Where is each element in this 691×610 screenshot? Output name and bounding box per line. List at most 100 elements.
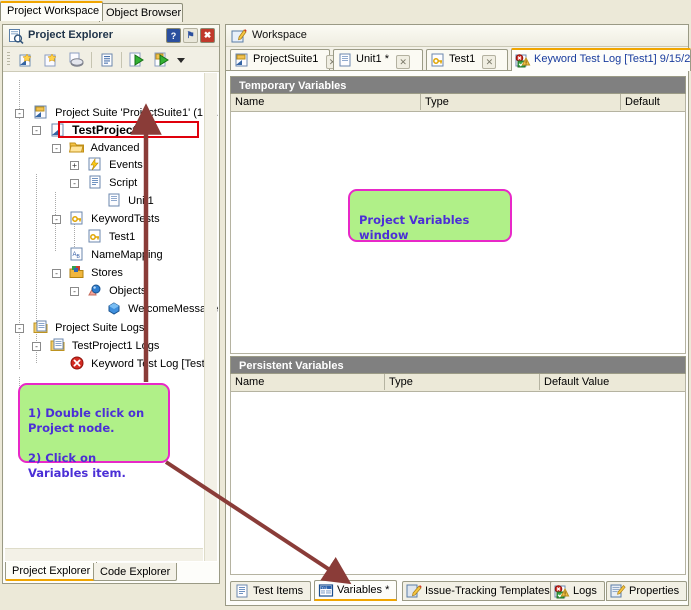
tab-properties[interactable]: Properties	[606, 581, 687, 601]
tree-node-welcomemessage[interactable]: WelcomeMessage	[8, 301, 218, 318]
tab-project-workspace-label: Project Workspace	[7, 5, 99, 17]
workspace-tabstrip: Project Workspace Object Browser	[0, 0, 691, 22]
doc-tab-projectsuite1[interactable]: ProjectSuite1 ✕	[230, 49, 330, 70]
tree-expander[interactable]: -	[52, 215, 61, 224]
doc-tab-test1[interactable]: Test1 ✕	[426, 49, 508, 70]
column-header-type[interactable]: Type	[385, 374, 540, 390]
tree-node-unit1[interactable]: Unit1	[8, 193, 154, 210]
doc-tab-keyword-test-log[interactable]: Keyword Test Log [Test1] 9/15/2	[511, 48, 691, 71]
tab-test-items[interactable]: Test Items	[230, 581, 311, 601]
unit-icon	[106, 193, 122, 207]
tree-node-script[interactable]: - Script	[8, 175, 137, 192]
tree-node-namemapping[interactable]: AB NameMapping	[8, 247, 163, 264]
tree-expander[interactable]: -	[52, 269, 61, 278]
tree-node-label: Events	[109, 159, 143, 171]
close-icon[interactable]: ✕	[482, 55, 496, 69]
column-header-default-value[interactable]: Default Value	[621, 94, 685, 110]
toolbar-grip[interactable]	[7, 52, 10, 67]
tree-horizontal-scrollbar[interactable]	[5, 548, 203, 561]
help-button[interactable]: ?	[166, 28, 181, 43]
tab-code-explorer[interactable]: Code Explorer	[93, 563, 177, 581]
tree-node-label: Objects	[109, 285, 146, 297]
tree-node-keywordtests[interactable]: - KeywordTests	[8, 211, 160, 228]
tab-issue-tracking-templates[interactable]: Issue-Tracking Templates	[402, 581, 558, 601]
column-header-default-value[interactable]: Default Value	[540, 374, 685, 390]
namemapping-icon: AB	[69, 247, 85, 261]
tree-expander[interactable]: -	[70, 287, 79, 296]
project-variables-callout: Project Variables window	[348, 189, 512, 242]
doc-tab-unit1[interactable]: Unit1 * ✕	[333, 49, 423, 70]
close-icon: ✖	[204, 30, 212, 41]
tree-expander[interactable]: -	[32, 126, 41, 135]
workspace-icon	[231, 28, 247, 44]
tree-node-label: Project Suite 'ProjectSuite1' (1 p...	[55, 107, 218, 119]
chevron-down-icon[interactable]	[176, 55, 186, 65]
tree-node-label: TestProject1 Logs	[72, 340, 159, 352]
close-icon[interactable]: ✕	[396, 55, 410, 69]
tree-expander[interactable]: +	[70, 161, 79, 170]
folder-icon	[69, 140, 85, 154]
run-project-icon[interactable]	[153, 51, 171, 69]
keywordtests-icon	[69, 211, 85, 225]
print-icon[interactable]	[67, 51, 85, 69]
project-tree[interactable]: - Project Suite 'ProjectSuite1' (1 p... …	[4, 72, 218, 562]
column-header-type[interactable]: Type	[421, 94, 621, 110]
tree-node-label: Advanced	[91, 142, 140, 154]
tree-node-test1[interactable]: Test1	[8, 229, 135, 246]
doc-tab-label: Keyword Test Log [Test1] 9/15/2	[534, 53, 690, 65]
tab-properties-label: Properties	[629, 585, 679, 597]
tree-node-testproject1-logs[interactable]: - TestProject1 Logs	[8, 338, 159, 355]
doc-tab-label: Unit1 *	[356, 53, 389, 65]
tree-node-stores[interactable]: - Stores	[8, 265, 123, 282]
error-log-icon	[554, 584, 570, 599]
tree-expander[interactable]: -	[70, 179, 79, 188]
pin-button[interactable]: ⚑	[183, 28, 198, 43]
explorer-bottom-tabstrip: Project Explorer Code Explorer	[5, 561, 221, 581]
tree-node-project-suite[interactable]: - Project Suite 'ProjectSuite1' (1 p...	[8, 105, 218, 122]
doc-tab-label: ProjectSuite1	[253, 53, 318, 65]
issue-tracking-icon	[406, 584, 422, 599]
keywordtest-icon	[87, 229, 103, 243]
tree-node-label: Project Suite Logs	[55, 322, 144, 334]
tree-vertical-scrollbar[interactable]	[204, 73, 217, 561]
grid-row-marker	[231, 112, 232, 353]
error-log-icon	[69, 356, 85, 370]
new-project-suite-icon[interactable]	[17, 51, 35, 69]
tree-node-label: Script	[109, 177, 137, 189]
node-highlight-box	[58, 121, 199, 138]
script-icon	[87, 175, 103, 189]
tree-node-label: Stores	[91, 267, 123, 279]
new-project-icon[interactable]	[42, 51, 60, 69]
help-button-label: ?	[171, 31, 177, 41]
tree-node-objects[interactable]: - Objects	[8, 283, 146, 300]
tree-expander[interactable]: -	[52, 144, 61, 153]
tab-project-explorer[interactable]: Project Explorer	[5, 562, 97, 581]
column-header-name[interactable]: Name	[231, 94, 421, 110]
properties-icon[interactable]	[98, 51, 116, 69]
persistent-variables-grid[interactable]	[230, 392, 686, 575]
tree-expander[interactable]: -	[15, 109, 24, 118]
tab-logs[interactable]: Logs	[550, 581, 605, 601]
tree-node-label: Unit1	[128, 195, 154, 207]
variables-icon: Y=1	[318, 583, 334, 598]
project-explorer-toolbar	[3, 47, 219, 72]
project-explorer-title: Project Explorer	[28, 29, 113, 41]
tree-node-events[interactable]: + Events	[8, 157, 143, 174]
close-button[interactable]: ✖	[200, 28, 215, 43]
tab-variables[interactable]: Y=1 Variables *	[314, 580, 397, 601]
run-icon[interactable]	[128, 51, 146, 69]
tree-node-label: Test1	[109, 231, 135, 243]
tree-expander[interactable]: -	[32, 342, 41, 351]
tab-project-workspace[interactable]: Project Workspace	[0, 1, 103, 21]
tree-expander[interactable]: -	[15, 324, 24, 333]
project-explorer-panel: Project Explorer ? ⚑ ✖	[2, 24, 220, 584]
tree-node-keyword-test-log[interactable]: Keyword Test Log [Test...	[8, 356, 214, 373]
error-log-icon	[515, 53, 531, 68]
column-header-name[interactable]: Name	[231, 374, 385, 390]
tab-code-explorer-label: Code Explorer	[100, 566, 170, 578]
tab-object-browser[interactable]: Object Browser	[99, 3, 183, 22]
tab-project-explorer-label: Project Explorer	[12, 565, 90, 577]
tree-node-project-suite-logs[interactable]: - Project Suite Logs	[8, 320, 144, 337]
tree-node-advanced[interactable]: - Advanced	[8, 140, 139, 157]
project-explorer-caption: Project Explorer ? ⚑ ✖	[3, 25, 219, 47]
